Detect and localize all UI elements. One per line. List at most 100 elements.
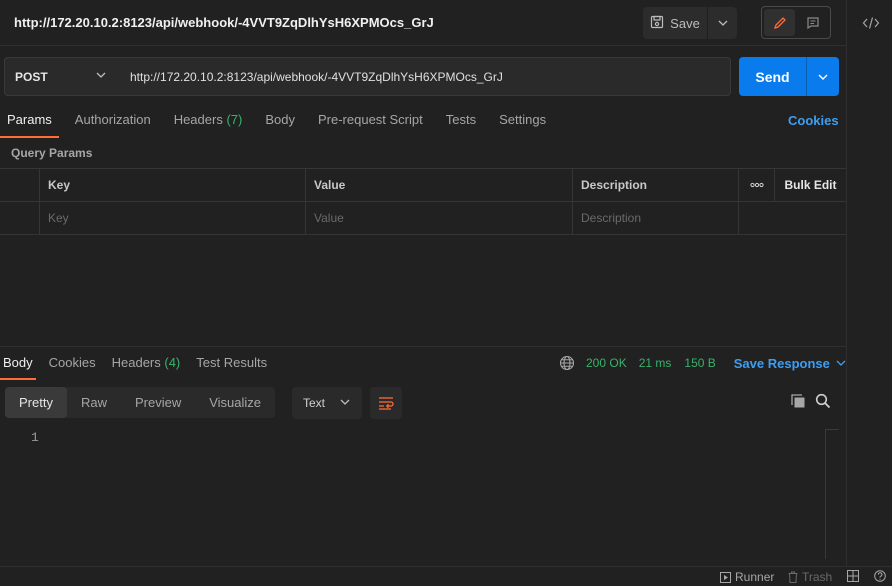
tab-label: Tests <box>445 112 477 127</box>
tab-label: Body <box>3 355 33 370</box>
tab-settings[interactable]: Settings <box>492 108 553 138</box>
search-button[interactable] <box>815 393 833 411</box>
tab-headers[interactable]: Headers (7) <box>167 108 250 138</box>
comment-icon <box>806 16 819 29</box>
tab-label: Cookies <box>48 355 96 370</box>
tab-label: Headers <box>173 112 223 127</box>
send-options-button[interactable] <box>806 57 839 96</box>
response-status-area: 200 OK 21 ms 150 B Save Response <box>559 355 846 371</box>
send-button[interactable]: Send <box>739 57 806 96</box>
tab-tests[interactable]: Tests <box>439 108 483 138</box>
tab-count: (7) <box>226 112 243 127</box>
save-label: Save <box>670 15 700 31</box>
edit-comment-toggle <box>761 6 831 39</box>
runner-button[interactable]: Runner <box>720 570 774 584</box>
chevron-down-icon <box>96 72 106 78</box>
tab-label: Test Results <box>196 355 268 370</box>
response-tab-body[interactable]: Body <box>0 352 36 380</box>
more-options-button[interactable] <box>739 169 775 201</box>
method-select[interactable]: POST <box>4 57 119 96</box>
response-tabs: Body Cookies Headers (4) Test Results <box>0 352 280 380</box>
view-pretty-button[interactable]: Pretty <box>5 387 67 418</box>
comments-button[interactable] <box>797 9 828 36</box>
row-checkbox-cell <box>0 202 40 234</box>
response-scrollbar[interactable] <box>825 429 839 559</box>
value-field[interactable]: Value <box>306 202 573 234</box>
more-horizontal-icon <box>749 182 764 188</box>
checkbox-column-header <box>0 169 40 201</box>
tab-count: (4) <box>164 355 181 370</box>
view-preview-button[interactable]: Preview <box>121 387 195 418</box>
two-pane-icon <box>847 570 859 582</box>
save-icon <box>650 15 664 32</box>
value-column-header: Value <box>306 169 573 201</box>
runner-label: Runner <box>735 570 775 584</box>
trash-label: Trash <box>802 570 833 584</box>
tab-label: Authorization <box>74 112 151 127</box>
copy-button[interactable] <box>790 393 808 411</box>
save-button[interactable]: Save <box>643 7 708 39</box>
pencil-icon <box>773 16 786 29</box>
chevron-down-icon <box>718 20 727 26</box>
key-field[interactable]: Key <box>40 202 306 234</box>
format-select[interactable]: Text <box>292 387 362 419</box>
trash-icon <box>788 571 798 583</box>
globe-icon[interactable] <box>559 355 575 371</box>
help-button[interactable] <box>874 570 886 582</box>
right-sidebar <box>846 0 892 586</box>
tab-authorization[interactable]: Authorization <box>68 108 158 138</box>
query-params-label: Query Params <box>11 146 93 160</box>
description-column-header: Description <box>573 169 739 201</box>
tab-label: Body <box>265 112 295 127</box>
response-tab-cookies[interactable]: Cookies <box>46 352 99 380</box>
table-header-row: Key Value Description Bulk Edit <box>0 169 846 202</box>
status-code[interactable]: 200 OK <box>586 356 627 370</box>
line-number: 1 <box>31 430 39 445</box>
save-options-button[interactable] <box>708 7 737 39</box>
key-column-header: Key <box>40 169 306 201</box>
query-params-table: Key Value Description Bulk Edit Key Valu… <box>0 168 846 235</box>
copy-icon <box>791 394 805 408</box>
send-button-group: Send <box>739 57 839 96</box>
two-pane-button[interactable] <box>847 570 859 582</box>
chevron-down-icon <box>818 74 828 80</box>
save-response-label: Save Response <box>733 355 830 371</box>
search-icon <box>815 393 831 409</box>
cookies-link[interactable]: Cookies <box>788 113 839 128</box>
save-response-button[interactable]: Save Response <box>734 356 846 371</box>
request-title-bar: http://172.20.10.2:8123/api/webhook/-4VV… <box>0 0 846 46</box>
chevron-down-icon <box>836 360 846 366</box>
tab-label: Pre-request Script <box>317 112 423 127</box>
edit-mode-button[interactable] <box>764 9 795 36</box>
view-raw-button[interactable]: Raw <box>67 387 121 418</box>
description-field[interactable]: Description <box>573 202 739 234</box>
request-tabs: Params Authorization Headers (7) Body Pr… <box>0 108 562 138</box>
chevron-down-icon <box>340 399 350 405</box>
view-mode-group: Pretty Raw Preview Visualize <box>5 387 276 418</box>
play-box-icon <box>720 571 731 583</box>
response-divider[interactable] <box>0 346 846 347</box>
tab-params[interactable]: Params <box>0 108 59 138</box>
bulk-edit-button[interactable]: Bulk Edit <box>775 169 846 201</box>
request-title[interactable]: http://172.20.10.2:8123/api/webhook/-4VV… <box>14 15 434 30</box>
trash-button[interactable]: Trash <box>788 570 832 584</box>
wrap-lines-button[interactable] <box>370 387 402 419</box>
response-size[interactable]: 150 B <box>684 356 715 370</box>
tab-label: Params <box>7 112 52 127</box>
row-empty-cell <box>739 202 775 234</box>
tab-body[interactable]: Body <box>258 108 302 138</box>
response-time[interactable]: 21 ms <box>639 356 672 370</box>
save-button-group: Save <box>643 7 737 39</box>
status-bar: Runner Trash <box>0 566 892 586</box>
response-tab-test-results[interactable]: Test Results <box>193 352 270 380</box>
view-visualize-button[interactable]: Visualize <box>195 387 275 418</box>
code-icon <box>862 17 880 29</box>
url-input[interactable] <box>118 57 731 96</box>
table-row: Key Value Description <box>0 202 846 235</box>
tab-pre-request-script[interactable]: Pre-request Script <box>311 108 430 138</box>
help-icon <box>874 570 886 582</box>
code-snippet-button[interactable] <box>859 12 883 34</box>
response-tab-headers[interactable]: Headers (4) <box>109 352 184 380</box>
tab-label: Headers <box>111 355 161 370</box>
row-empty-cell <box>775 202 846 234</box>
